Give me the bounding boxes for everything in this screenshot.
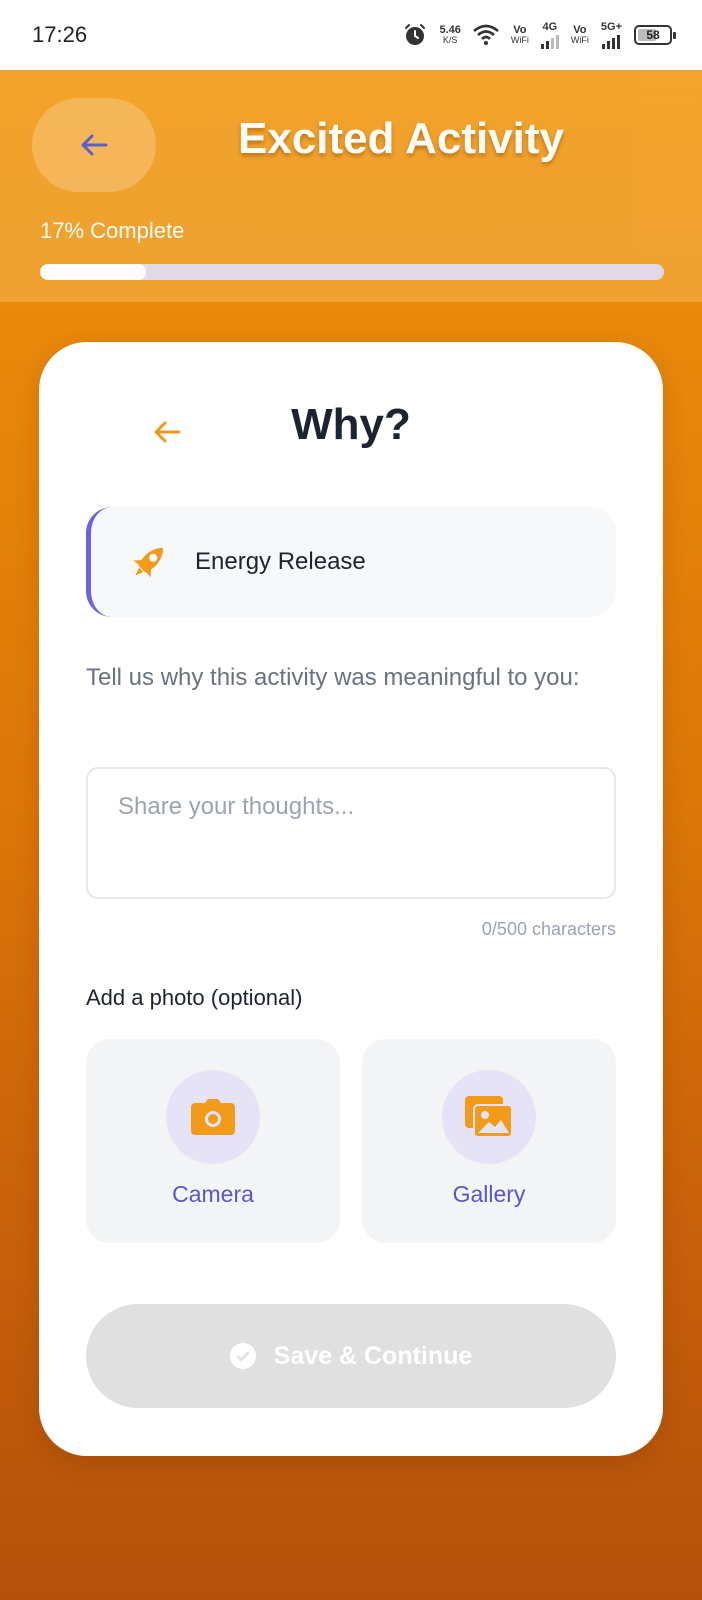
status-bar: 17:26 5.46 K/S Vo WiFi 4G Vo WiFi 5G+ 58 <box>0 0 702 70</box>
signal-4g: 4G <box>540 21 559 49</box>
save-continue-button[interactable]: Save & Continue <box>86 1304 616 1408</box>
photo-section-label: Add a photo (optional) <box>86 985 303 1010</box>
why-card: Why? Energy Release Tell us why this act… <box>39 342 663 1456</box>
reason-label: Energy Release <box>195 548 366 575</box>
signal-5g: 5G+ <box>601 21 622 49</box>
thoughts-input[interactable] <box>86 767 616 899</box>
gallery-label: Gallery <box>452 1181 526 1207</box>
battery-level: 58 <box>646 28 660 42</box>
camera-icon <box>191 1099 235 1135</box>
gallery-button[interactable]: Gallery <box>362 1039 616 1243</box>
progress-bar <box>40 264 664 280</box>
page-title: Excited Activity <box>237 114 565 163</box>
card-title: Why? <box>291 400 411 449</box>
check-circle-icon <box>229 1343 256 1369</box>
battery-icon: 58 <box>634 25 676 45</box>
net-speed: 5.46 K/S <box>439 24 461 45</box>
camera-button[interactable]: Camera <box>86 1039 340 1243</box>
gallery-icon <box>465 1096 513 1138</box>
status-icons: 5.46 K/S Vo WiFi 4G Vo WiFi 5G+ 58 <box>403 21 676 49</box>
camera-icon-circle <box>166 1070 260 1164</box>
rocket-icon <box>127 540 171 584</box>
prompt-text: Tell us why this activity was meaningful… <box>86 664 580 691</box>
arrow-left-icon <box>81 134 108 156</box>
alarm-icon <box>405 24 426 45</box>
vo-wifi-indicator-2: Vo WiFi <box>570 24 589 45</box>
wifi-icon <box>473 24 499 45</box>
progress-label: 17% Complete <box>40 218 185 243</box>
header: Excited Activity 17% Complete <box>0 70 702 302</box>
selected-reason: Energy Release <box>86 507 616 617</box>
camera-label: Camera <box>172 1181 254 1207</box>
header-back-button[interactable] <box>32 98 156 192</box>
status-time: 17:26 <box>32 22 88 47</box>
vo-wifi-indicator: Vo WiFi <box>510 24 529 45</box>
gallery-icon-circle <box>442 1070 536 1164</box>
character-count: 0/500 characters <box>481 919 616 939</box>
signal-bars-icon <box>540 33 559 49</box>
progress-fill <box>40 264 147 280</box>
save-label: Save & Continue <box>273 1341 473 1370</box>
signal-bars-icon <box>602 33 621 49</box>
